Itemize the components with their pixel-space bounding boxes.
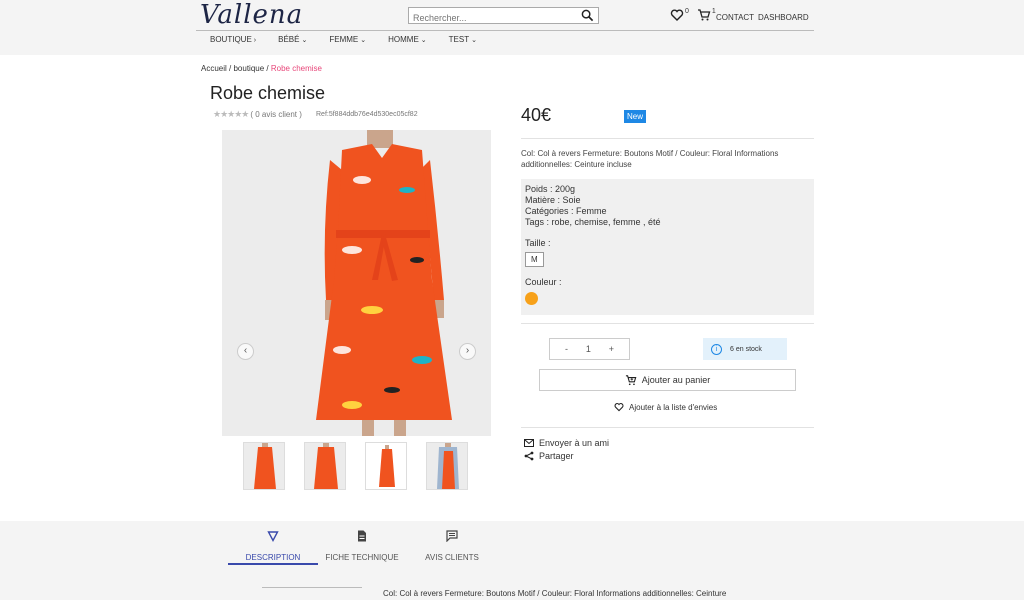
chevron-down-icon: ⌄ [360, 37, 367, 44]
tab-avis-clients[interactable]: AVIS CLIENTS [407, 530, 497, 562]
share-icon [524, 451, 534, 461]
cart-icon[interactable] [697, 8, 711, 22]
chevron-right-icon: › [253, 37, 257, 44]
thumbnail[interactable] [304, 442, 346, 490]
triangle-down-icon [267, 531, 279, 542]
heart-icon [614, 403, 624, 412]
quantity-stepper: - 1 + [549, 338, 630, 360]
prev-image-button[interactable]: ‹ [237, 343, 254, 360]
nav-item-test[interactable]: TEST ⌄ [449, 35, 477, 44]
breadcrumb-current: Robe chemise [270, 64, 322, 73]
quantity-decrease-button[interactable]: - [565, 344, 568, 354]
spec-categories: Catégories : Femme [525, 206, 607, 216]
color-swatch[interactable] [525, 292, 538, 305]
breadcrumb: Accueil / boutique / Robe chemise [201, 64, 322, 73]
divider [521, 323, 814, 324]
thumbnail[interactable] [426, 442, 468, 490]
nav-item-boutique[interactable]: BOUTIQUE › [210, 35, 256, 44]
color-label: Couleur : [525, 277, 562, 287]
add-to-cart-button[interactable]: Ajouter au panier [539, 369, 796, 391]
document-icon [358, 530, 366, 542]
spec-tags: Tags : robe, chemise, femme , été [525, 217, 661, 227]
short-description: Col: Col à revers Fermeture: Boutons Mot… [521, 149, 779, 169]
header-divider [196, 30, 814, 31]
search-input[interactable] [409, 10, 574, 26]
send-to-friend-label: Envoyer à un ami [539, 438, 610, 448]
product-page: Accueil / boutique / Robe chemise Robe c… [0, 55, 1024, 521]
chevron-down-icon: ⌄ [471, 37, 477, 44]
search-icon[interactable] [581, 9, 594, 22]
tab-content-text: Col: Col à revers Fermeture: Boutons Mot… [383, 589, 727, 598]
thumbnail-strip [243, 442, 468, 490]
size-option-m[interactable]: M [525, 252, 544, 267]
tab-fiche-technique[interactable]: FICHE TECHNIQUE [317, 530, 407, 562]
new-badge: New [624, 110, 647, 123]
mail-icon [524, 439, 534, 447]
specifications-box: Poids : 200g Matière : Soie Catégories :… [521, 179, 814, 315]
product-title: Robe chemise [210, 83, 326, 103]
nav-item-homme[interactable]: HOMME ⌄ [388, 35, 427, 44]
review-count[interactable]: ( 0 avis client ) [250, 110, 302, 119]
dress-image [222, 130, 491, 436]
breadcrumb-home[interactable]: Accueil [201, 64, 227, 73]
next-image-button[interactable]: › [459, 343, 476, 360]
nav-item-bebe[interactable]: BÉBÉ ⌄ [278, 35, 307, 44]
chevron-down-icon: ⌄ [301, 37, 308, 44]
divider [521, 427, 814, 428]
comment-icon [446, 530, 458, 542]
share-label: Partager [539, 451, 574, 461]
tab-description[interactable]: DESCRIPTION [228, 530, 318, 562]
breadcrumb-shop[interactable]: boutique [233, 64, 264, 73]
add-to-wishlist-label: Ajouter à la liste d'envies [629, 402, 718, 412]
divider [521, 138, 814, 139]
header: Vallena 0 1 CONTACT DASHBOARD BOUTIQUE› … [0, 0, 1024, 55]
star-rating-icon: ★★★★★ [213, 109, 249, 119]
stock-text: 6 en stock [730, 345, 762, 353]
main-nav: BOUTIQUE › BÉBÉ ⌄ FEMME ⌄ HOMME ⌄ TEST ⌄ [210, 35, 477, 44]
active-tab-indicator [228, 563, 318, 565]
site-logo[interactable]: Vallena [200, 0, 303, 30]
dashboard-link[interactable]: DASHBOARD [758, 13, 809, 22]
product-price: 40€ [521, 105, 552, 125]
share-link[interactable]: Partager [524, 451, 574, 461]
send-to-friend-link[interactable]: Envoyer à un ami [524, 438, 609, 448]
search-box[interactable] [408, 7, 599, 26]
info-icon: i [711, 343, 722, 355]
add-to-wishlist-link[interactable]: Ajouter à la liste d'envies [614, 402, 717, 412]
chevron-down-icon: ⌄ [420, 37, 427, 44]
size-label: Taille : [525, 238, 551, 248]
spec-weight: Poids : 200g [525, 184, 576, 194]
divider [262, 587, 362, 588]
thumbnail[interactable] [243, 442, 285, 490]
product-tabs: DESCRIPTION FICHE TECHNIQUE AVIS CLIENTS… [0, 521, 1024, 600]
heart-icon[interactable] [670, 8, 684, 22]
thumbnail[interactable] [365, 442, 407, 490]
add-to-cart-label: Ajouter au panier [641, 375, 711, 385]
quantity-increase-button[interactable]: + [609, 344, 614, 354]
nav-item-femme[interactable]: FEMME ⌄ [329, 35, 366, 44]
rating: ★★★★★ ( 0 avis client ) [213, 109, 302, 120]
spec-material: Matière : Soie [525, 195, 581, 205]
cart-plus-icon [625, 374, 637, 385]
contact-link[interactable]: CONTACT [716, 13, 754, 22]
quantity-value[interactable]: 1 [586, 344, 591, 354]
product-image[interactable] [222, 130, 491, 436]
product-ref: Ref:5f884ddb76e4d530ec05cf82 [316, 111, 418, 118]
wishlist-count: 0 [685, 8, 689, 15]
stock-indicator: i 6 en stock [703, 338, 787, 360]
